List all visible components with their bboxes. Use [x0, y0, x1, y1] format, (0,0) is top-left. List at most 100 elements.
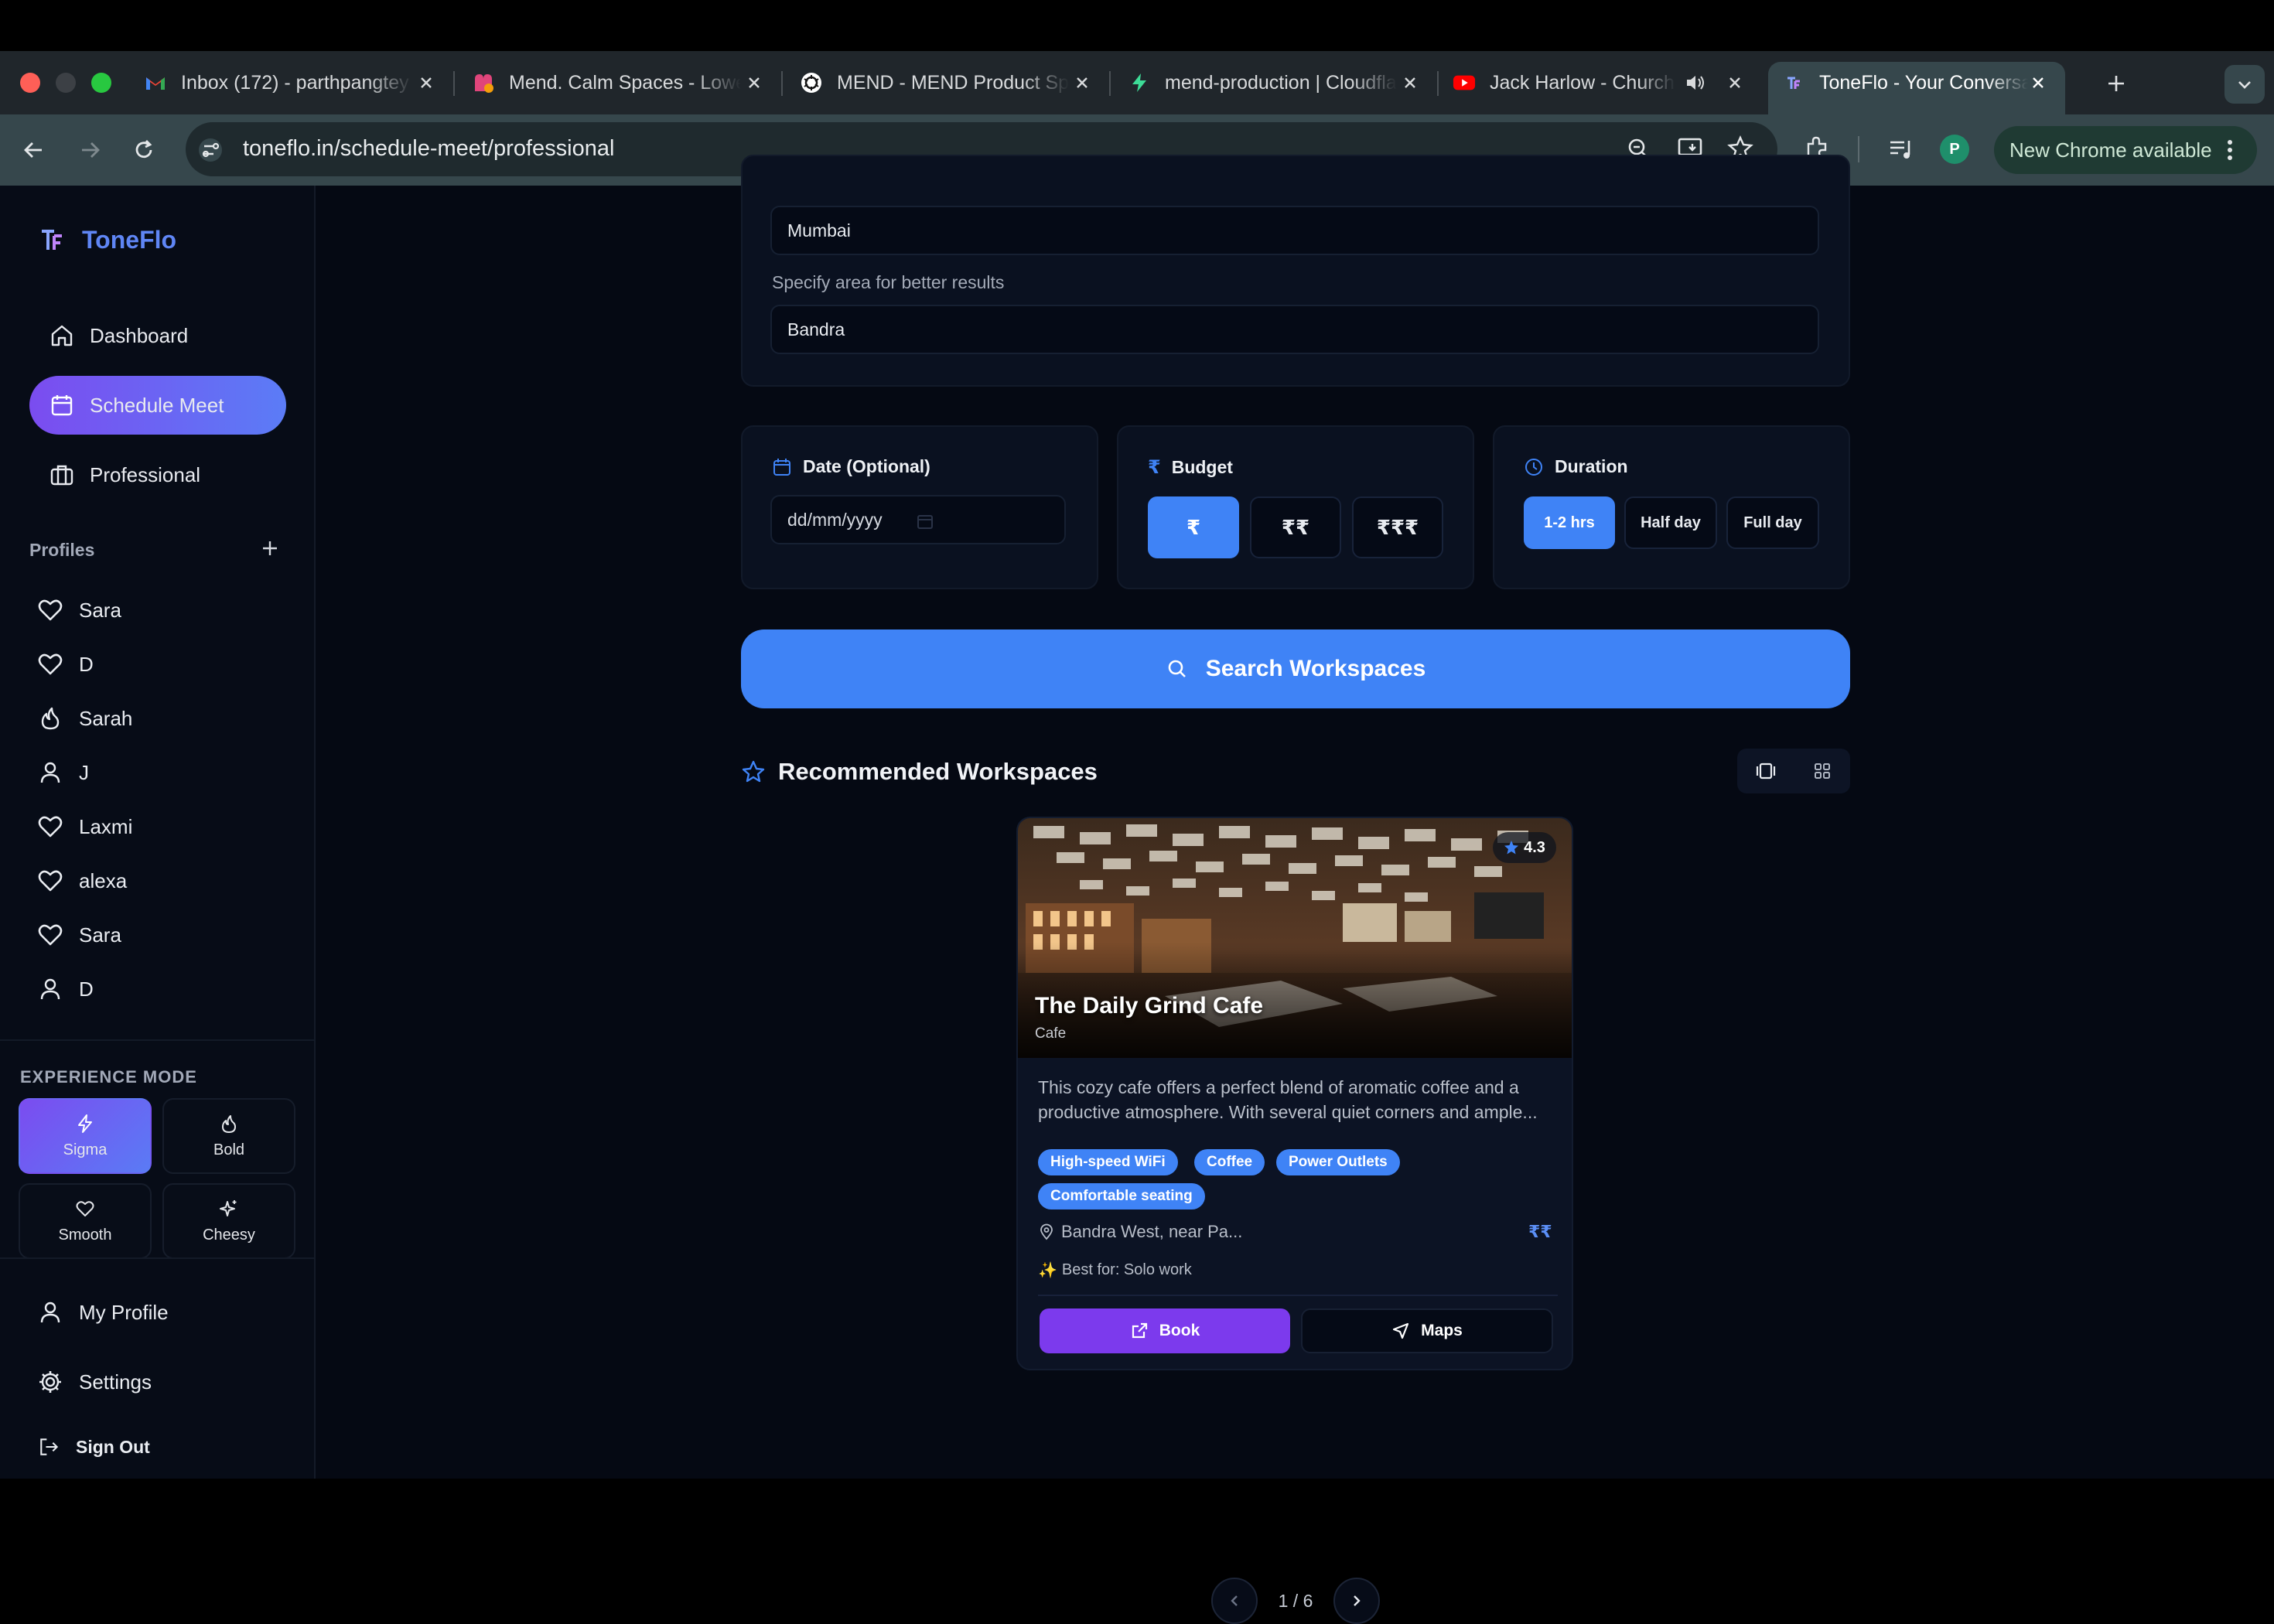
- back-arrow-icon[interactable]: [20, 136, 48, 164]
- date-input[interactable]: dd/mm/yyyy: [770, 495, 1066, 544]
- profile-avatar[interactable]: P: [1940, 135, 1969, 164]
- mode-cheesy-button[interactable]: Cheesy: [162, 1183, 295, 1259]
- budget-option-low[interactable]: ₹: [1148, 496, 1239, 558]
- sidebar-item-sign-out[interactable]: Sign Out: [37, 1428, 150, 1466]
- sparkles-icon: ✨: [1038, 1262, 1057, 1279]
- tab-youtube[interactable]: Jack Harlow - Church: [1453, 63, 1746, 102]
- minimize-window-button[interactable]: [56, 73, 76, 93]
- profile-item[interactable]: Sara: [37, 591, 121, 629]
- chevron-left-icon: [1231, 1595, 1238, 1606]
- flame-icon: [222, 1114, 236, 1133]
- profile-item[interactable]: J: [37, 753, 89, 792]
- sidebar-item-dashboard[interactable]: Dashboard: [29, 306, 286, 365]
- heart-icon: [38, 653, 63, 675]
- reload-icon[interactable]: [130, 136, 158, 164]
- heart-icon: [76, 1200, 94, 1216]
- budget-option-mid[interactable]: ₹₹: [1250, 496, 1341, 558]
- tab-title: mend-production | Cloudflare: [1165, 71, 1397, 94]
- amenity-tag: Comfortable seating: [1038, 1183, 1205, 1209]
- chevron-right-icon: [1354, 1595, 1361, 1606]
- experience-mode-label: EXPERIENCE MODE: [20, 1067, 197, 1087]
- calendar-picker-icon[interactable]: [916, 512, 934, 531]
- sidebar-item-schedule-meet[interactable]: Schedule Meet: [29, 376, 286, 435]
- maps-button[interactable]: Maps: [1301, 1308, 1553, 1353]
- profile-item[interactable]: D: [37, 970, 94, 1008]
- tab-gmail[interactable]: Inbox (172) - parthpangtey: [144, 63, 438, 102]
- sidebar-item-settings[interactable]: Settings: [37, 1363, 152, 1401]
- sidebar-item-label: Settings: [79, 1370, 152, 1394]
- close-tab-icon[interactable]: [743, 71, 766, 94]
- site-info-icon[interactable]: [196, 138, 224, 162]
- close-window-button[interactable]: [20, 73, 40, 93]
- close-tab-icon[interactable]: [1398, 71, 1422, 94]
- sidebar-item-my-profile[interactable]: My Profile: [37, 1293, 169, 1332]
- profile-item[interactable]: Sarah: [37, 699, 132, 738]
- duration-option-1-2-hrs[interactable]: 1-2 hrs: [1524, 496, 1615, 549]
- profile-item[interactable]: D: [37, 645, 94, 684]
- book-button[interactable]: Book: [1040, 1308, 1290, 1353]
- mode-bold-button[interactable]: Bold: [162, 1098, 295, 1174]
- profile-item[interactable]: alexa: [37, 861, 127, 900]
- city-input[interactable]: Mumbai: [770, 206, 1819, 255]
- brand[interactable]: ToneFlo: [39, 226, 176, 254]
- zoom-window-button[interactable]: [91, 73, 111, 93]
- location-pin-icon: [1040, 1223, 1053, 1240]
- amenity-tag: High-speed WiFi: [1038, 1149, 1178, 1175]
- close-tab-icon[interactable]: [415, 71, 438, 94]
- sidebar-item-professional[interactable]: Professional: [29, 445, 286, 504]
- area-input[interactable]: Bandra: [770, 305, 1819, 354]
- mac-menubar: [0, 0, 2274, 51]
- date-placeholder: dd/mm/yyyy: [787, 509, 883, 530]
- budget-option-high[interactable]: ₹₹₹: [1352, 496, 1443, 558]
- heart-icon: [38, 870, 63, 892]
- new-tab-icon[interactable]: [2102, 70, 2130, 97]
- tab-mend-calm[interactable]: Mend. Calm Spaces - Lower: [472, 63, 766, 102]
- workspace-description: This cozy cafe offers a perfect blend of…: [1038, 1077, 1538, 1122]
- close-tab-icon[interactable]: [1070, 71, 1094, 94]
- sidebar-item-label: Schedule Meet: [90, 393, 224, 417]
- star-outline-icon: [742, 760, 765, 783]
- toneflo-favicon: [1782, 71, 1805, 94]
- budget-label: ₹ Budget: [1148, 456, 1233, 479]
- mode-sigma-button[interactable]: Sigma: [19, 1098, 152, 1174]
- audio-playing-icon[interactable]: [1685, 73, 1708, 93]
- more-vert-icon: [2227, 140, 2232, 160]
- sidebar-item-label: Dashboard: [90, 323, 189, 347]
- new-chrome-available-button[interactable]: New Chrome available: [1994, 126, 2257, 174]
- tab-search-button[interactable]: [2224, 65, 2265, 104]
- tab-toneflo-active[interactable]: ToneFlo - Your Conversation: [1782, 63, 2050, 102]
- update-label: New Chrome available: [2009, 138, 2212, 162]
- search-workspaces-button[interactable]: Search Workspaces: [741, 629, 1850, 708]
- forward-arrow-icon[interactable]: [76, 136, 104, 164]
- view-toggle: [1737, 749, 1850, 793]
- prev-page-button[interactable]: [1211, 1578, 1258, 1624]
- tab-separator: [781, 71, 783, 96]
- openai-icon: [800, 71, 823, 94]
- sidebar: ToneFlo Dashboard Schedule Meet Professi…: [0, 186, 316, 1479]
- profile-name: D: [79, 977, 94, 1001]
- brand-name: ToneFlo: [82, 226, 177, 254]
- profile-name: Laxmi: [79, 814, 133, 838]
- carousel-view-icon[interactable]: [1755, 760, 1777, 782]
- mode-smooth-button[interactable]: Smooth: [19, 1183, 152, 1259]
- heart-icon: [38, 924, 63, 946]
- app-root: ToneFlo Dashboard Schedule Meet Professi…: [0, 155, 2274, 1624]
- next-page-button[interactable]: [1333, 1578, 1380, 1624]
- media-controls-icon[interactable]: [1887, 136, 1915, 162]
- profile-name: Sarah: [79, 706, 133, 730]
- tab-mend-specs[interactable]: MEND - MEND Product Specs: [800, 63, 1094, 102]
- sidebar-item-label: My Profile: [79, 1300, 169, 1324]
- grid-view-icon[interactable]: [1811, 760, 1833, 782]
- add-profile-icon[interactable]: [260, 538, 280, 558]
- profile-item[interactable]: Sara: [37, 916, 121, 954]
- workspace-type: Cafe: [1035, 1025, 1067, 1042]
- logout-icon: [40, 1438, 59, 1455]
- close-tab-icon[interactable]: [1723, 71, 1746, 94]
- recommended-title-text: Recommended Workspaces: [778, 758, 1098, 785]
- duration-option-full-day[interactable]: Full day: [1726, 496, 1819, 549]
- close-tab-icon[interactable]: [2026, 71, 2050, 94]
- duration-option-half-day[interactable]: Half day: [1624, 496, 1717, 549]
- tab-cloudflare[interactable]: mend-production | Cloudflare: [1128, 63, 1422, 102]
- profile-item[interactable]: Laxmi: [37, 807, 132, 846]
- workspace-card[interactable]: 4.3 The Daily Grind Cafe Cafe This cozy …: [1016, 817, 1573, 1370]
